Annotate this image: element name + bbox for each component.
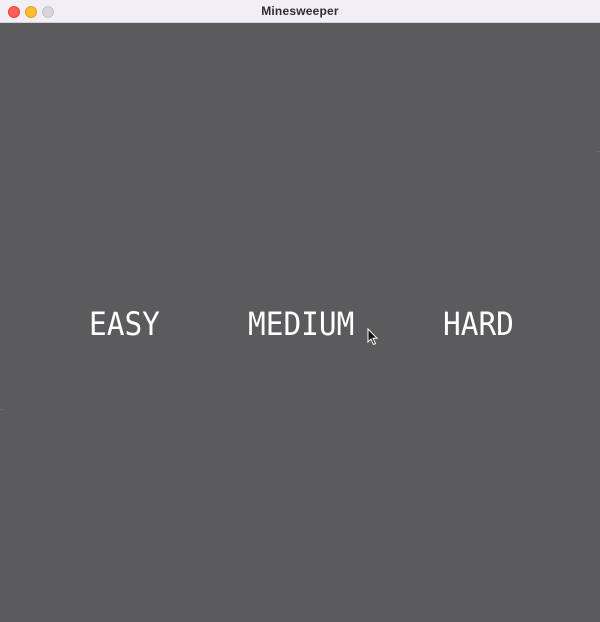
- easy-button[interactable]: EASY: [89, 305, 160, 343]
- medium-button[interactable]: MEDIUM: [248, 305, 354, 343]
- title-bar[interactable]: Minesweeper: [0, 0, 600, 23]
- game-menu: EASY MEDIUM HARD: [0, 23, 600, 622]
- edge-marker: [0, 409, 3, 410]
- minesweeper-window: Minesweeper EASY MEDIUM HARD: [0, 0, 600, 622]
- mouse-pointer-icon: [367, 328, 379, 346]
- hard-button[interactable]: HARD: [443, 305, 514, 343]
- window-title: Minesweeper: [261, 4, 339, 18]
